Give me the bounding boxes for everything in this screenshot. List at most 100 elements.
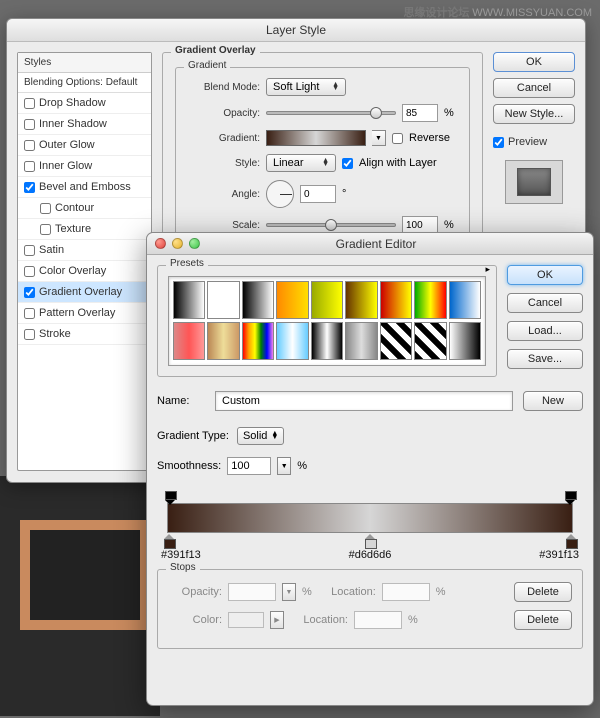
style-dropdown[interactable]: Linear ▲▼ bbox=[266, 154, 336, 172]
load-button[interactable]: Load... bbox=[507, 321, 583, 341]
preset-swatch[interactable] bbox=[242, 281, 274, 319]
location-label: Location: bbox=[290, 614, 348, 626]
preset-swatch[interactable] bbox=[414, 322, 446, 360]
styles-panel: Styles Blending Options: Default Drop Sh… bbox=[17, 52, 152, 471]
color-well[interactable] bbox=[228, 612, 264, 628]
style-checkbox[interactable] bbox=[24, 182, 35, 193]
style-item-pattern-overlay[interactable]: Pattern Overlay bbox=[18, 303, 151, 324]
preset-swatch[interactable] bbox=[449, 322, 481, 360]
style-checkbox[interactable] bbox=[24, 161, 35, 172]
mid-hex: #d6d6d6 bbox=[201, 549, 539, 561]
style-checkbox[interactable] bbox=[24, 329, 35, 340]
preset-swatch[interactable] bbox=[345, 281, 377, 319]
color-stop-mid[interactable] bbox=[365, 534, 375, 547]
color-stop-left[interactable] bbox=[164, 534, 174, 547]
gradient-editor-titlebar[interactable]: Gradient Editor bbox=[147, 233, 593, 255]
preset-swatch[interactable] bbox=[311, 322, 343, 360]
reverse-checkbox[interactable] bbox=[392, 133, 403, 144]
style-checkbox[interactable] bbox=[40, 224, 51, 235]
style-item-stroke[interactable]: Stroke bbox=[18, 324, 151, 345]
align-label: Align with Layer bbox=[359, 157, 437, 169]
scale-slider[interactable] bbox=[266, 223, 396, 227]
style-item-satin[interactable]: Satin bbox=[18, 240, 151, 261]
ok-button[interactable]: OK bbox=[507, 265, 583, 285]
location-input[interactable] bbox=[354, 611, 402, 629]
preset-swatch[interactable] bbox=[276, 281, 308, 319]
gradient-type-dropdown[interactable]: Solid ▲▼ bbox=[237, 427, 284, 445]
watermark: 思缘设计论坛 WWW.MISSYUAN.COM bbox=[403, 4, 592, 20]
opacity-input[interactable] bbox=[402, 104, 438, 122]
angle-input[interactable] bbox=[300, 185, 336, 203]
style-checkbox[interactable] bbox=[24, 287, 35, 298]
minimize-icon[interactable] bbox=[172, 238, 183, 249]
style-checkbox[interactable] bbox=[24, 140, 35, 151]
preview-checkbox[interactable] bbox=[493, 137, 504, 148]
style-item-color-overlay[interactable]: Color Overlay bbox=[18, 261, 151, 282]
location-input[interactable] bbox=[382, 583, 430, 601]
style-item-gradient-overlay[interactable]: Gradient Overlay bbox=[18, 282, 151, 303]
right-hex: #391f13 bbox=[539, 549, 579, 561]
preset-swatch[interactable] bbox=[380, 322, 412, 360]
preset-swatch[interactable] bbox=[207, 322, 239, 360]
style-label: Satin bbox=[39, 244, 64, 256]
style-item-drop-shadow[interactable]: Drop Shadow bbox=[18, 93, 151, 114]
style-item-inner-glow[interactable]: Inner Glow bbox=[18, 156, 151, 177]
opacity-stop-right[interactable] bbox=[565, 491, 575, 503]
zoom-icon[interactable] bbox=[189, 238, 200, 249]
preset-swatch[interactable] bbox=[311, 281, 343, 319]
cancel-button[interactable]: Cancel bbox=[493, 78, 575, 98]
delete-button[interactable]: Delete bbox=[514, 582, 572, 602]
new-button[interactable]: New bbox=[523, 391, 583, 411]
preset-swatch[interactable] bbox=[345, 322, 377, 360]
style-checkbox[interactable] bbox=[40, 203, 51, 214]
gradient-swatch[interactable] bbox=[266, 130, 366, 146]
preset-swatch[interactable] bbox=[173, 322, 205, 360]
style-item-texture[interactable]: Texture bbox=[18, 219, 151, 240]
style-label: Stroke bbox=[39, 328, 71, 340]
preset-swatch[interactable] bbox=[380, 281, 412, 319]
angle-dial[interactable] bbox=[266, 180, 294, 208]
style-checkbox[interactable] bbox=[24, 308, 35, 319]
traffic-lights bbox=[155, 238, 200, 249]
style-checkbox[interactable] bbox=[24, 266, 35, 277]
style-label: Contour bbox=[55, 202, 94, 214]
smoothness-input[interactable] bbox=[227, 457, 271, 475]
close-icon[interactable] bbox=[155, 238, 166, 249]
presets-menu-icon[interactable]: ▸ bbox=[485, 264, 490, 275]
style-item-bevel-and-emboss[interactable]: Bevel and Emboss bbox=[18, 177, 151, 198]
preset-swatch[interactable] bbox=[414, 281, 446, 319]
style-item-inner-shadow[interactable]: Inner Shadow bbox=[18, 114, 151, 135]
blending-options[interactable]: Blending Options: Default bbox=[18, 73, 151, 93]
name-input[interactable] bbox=[215, 391, 513, 411]
new-style-button[interactable]: New Style... bbox=[493, 104, 575, 124]
preset-swatch[interactable] bbox=[276, 322, 308, 360]
style-item-outer-glow[interactable]: Outer Glow bbox=[18, 135, 151, 156]
ok-button[interactable]: OK bbox=[493, 52, 575, 72]
style-item-contour[interactable]: Contour bbox=[18, 198, 151, 219]
style-checkbox[interactable] bbox=[24, 245, 35, 256]
color-stop-right[interactable] bbox=[566, 534, 576, 547]
gradient-label: Gradient: bbox=[188, 133, 260, 144]
save-button[interactable]: Save... bbox=[507, 349, 583, 369]
opacity-stepper[interactable]: ▼ bbox=[282, 583, 296, 601]
preset-swatch[interactable] bbox=[173, 281, 205, 319]
gradient-dropdown-arrow[interactable]: ▼ bbox=[372, 130, 386, 146]
smoothness-stepper[interactable]: ▼ bbox=[277, 457, 291, 475]
opacity-slider[interactable] bbox=[266, 111, 396, 115]
preset-swatch[interactable] bbox=[449, 281, 481, 319]
gradient-bar[interactable] bbox=[157, 489, 583, 547]
style-checkbox[interactable] bbox=[24, 119, 35, 130]
styles-header[interactable]: Styles bbox=[18, 53, 151, 73]
delete-button[interactable]: Delete bbox=[514, 610, 572, 630]
preset-swatch[interactable] bbox=[242, 322, 274, 360]
preset-swatch[interactable] bbox=[207, 281, 239, 319]
style-checkbox[interactable] bbox=[24, 98, 35, 109]
name-label: Name: bbox=[157, 395, 205, 407]
cancel-button[interactable]: Cancel bbox=[507, 293, 583, 313]
opacity-stop-input[interactable] bbox=[228, 583, 276, 601]
blend-mode-dropdown[interactable]: Soft Light ▲▼ bbox=[266, 78, 346, 96]
opacity-stop-left[interactable] bbox=[165, 491, 175, 503]
color-stop-labels: #391f13 #d6d6d6 #391f13 bbox=[157, 547, 583, 563]
color-stepper[interactable]: ▶ bbox=[270, 611, 284, 629]
align-checkbox[interactable] bbox=[342, 158, 353, 169]
